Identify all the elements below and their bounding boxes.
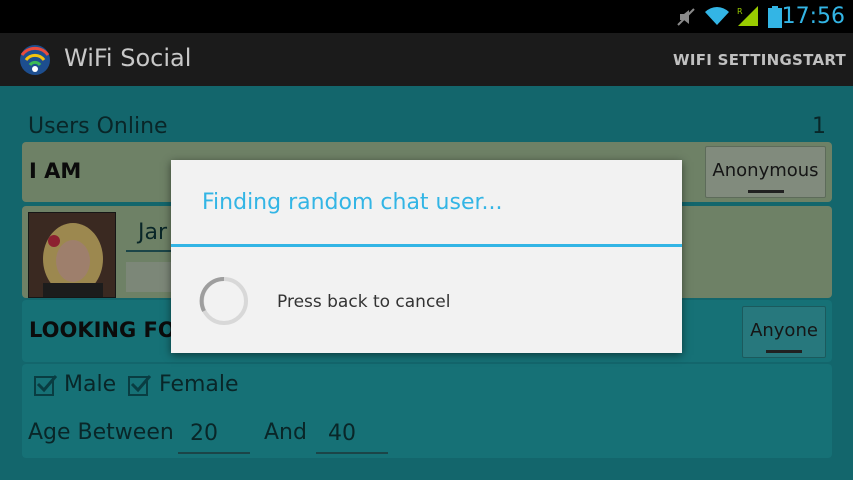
progress-spinner-icon	[198, 275, 250, 331]
start-button[interactable]: START	[792, 51, 846, 69]
status-bar: R 17:56	[0, 0, 853, 33]
wifi-icon	[704, 6, 730, 30]
progress-dialog: Finding random chat user... Press back t…	[171, 160, 682, 353]
signal-icon: R	[736, 5, 760, 31]
battery-icon	[768, 6, 782, 32]
action-bar: WiFi Social WIFI SETTING START	[0, 33, 853, 86]
status-clock: 17:56	[781, 4, 845, 29]
wifi-setting-button[interactable]: WIFI SETTING	[673, 51, 792, 69]
dialog-title: Finding random chat user...	[202, 190, 503, 215]
dialog-message: Press back to cancel	[277, 292, 451, 312]
svg-text:R: R	[737, 7, 743, 16]
app-title: WiFi Social	[64, 44, 192, 72]
wifi-social-logo-icon[interactable]	[16, 41, 54, 83]
mute-icon	[676, 7, 696, 31]
dialog-divider	[171, 244, 682, 247]
